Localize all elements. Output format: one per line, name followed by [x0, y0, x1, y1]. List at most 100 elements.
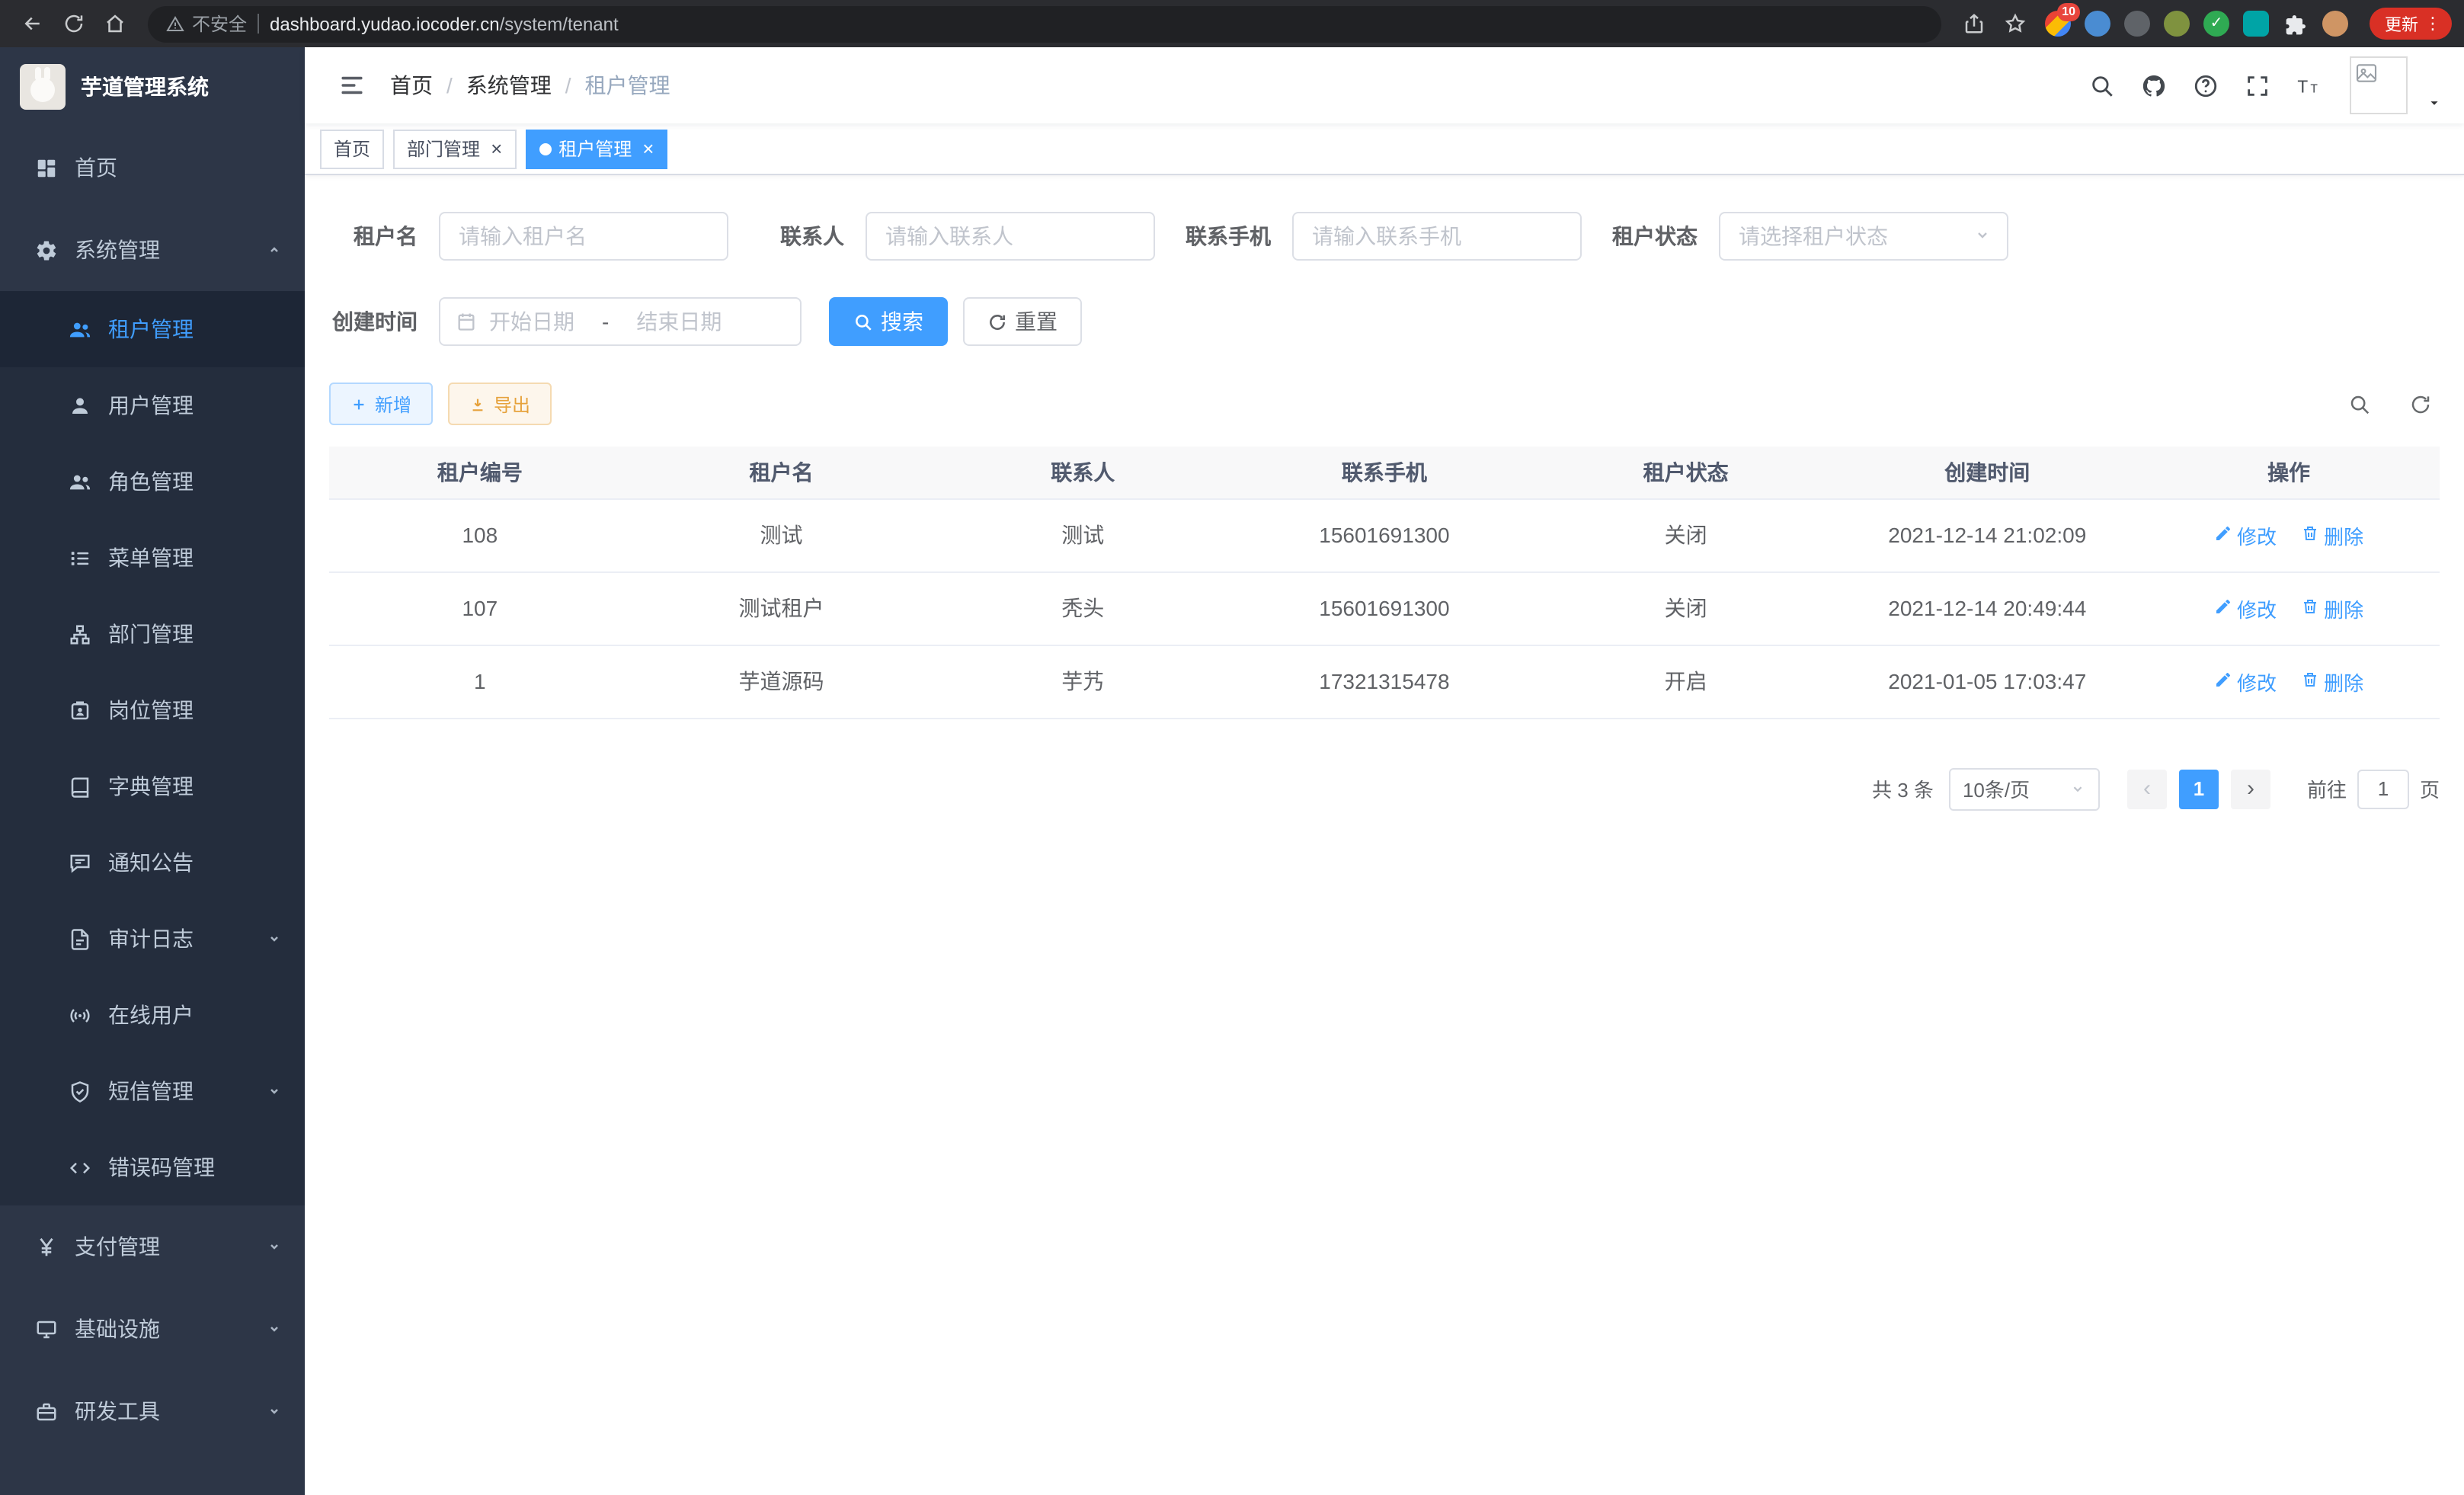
column-header: 租户名	[631, 447, 933, 498]
sidebar-item-tenant[interactable]: 租户管理	[0, 291, 305, 367]
sidebar-item-sms[interactable]: 短信管理	[0, 1053, 305, 1129]
screen: 不安全 dashboard.yudao.iocoder.cn/system/te…	[0, 0, 2464, 1495]
logo[interactable]: 芋道管理系统	[0, 47, 305, 126]
edit-button[interactable]: 修改	[2214, 594, 2277, 623]
status-cell: 关闭	[1535, 571, 1837, 645]
fullscreen-icon[interactable]	[2240, 69, 2274, 102]
tenant-name-cell: 测试	[631, 498, 933, 571]
logo-image	[20, 64, 66, 110]
address-bar[interactable]: 不安全 dashboard.yudao.iocoder.cn/system/te…	[148, 5, 1941, 42]
sidebar-item-role[interactable]: 角色管理	[0, 443, 305, 520]
sidebar-item-menu[interactable]: 菜单管理	[0, 520, 305, 596]
share-icon[interactable]	[1954, 5, 1995, 42]
extension-icon[interactable]	[2243, 11, 2269, 37]
update-button[interactable]: 更新 ⋮	[2370, 8, 2452, 40]
pagination-total: 共 3 条	[1872, 774, 1934, 803]
sidebar-item-user[interactable]: 用户管理	[0, 367, 305, 443]
briefcase-icon	[34, 1399, 58, 1423]
reset-button[interactable]: 重置	[963, 297, 1082, 346]
sidebar-item-dept[interactable]: 部门管理	[0, 596, 305, 672]
security-warning[interactable]: 不安全	[166, 11, 247, 37]
sidebar-item-devtools[interactable]: 研发工具	[0, 1370, 305, 1452]
phone-label: 联系手机	[1182, 221, 1271, 251]
toggle-search-icon[interactable]	[2339, 384, 2379, 424]
extension-icon[interactable]	[2283, 11, 2309, 37]
contact-input[interactable]	[866, 212, 1155, 261]
close-icon[interactable]: ×	[642, 139, 654, 158]
breadcrumb-system[interactable]: 系统管理	[466, 70, 552, 101]
extension-icon[interactable]	[2085, 11, 2110, 37]
create-time-range-picker[interactable]: 开始日期 - 结束日期	[439, 297, 802, 346]
update-label: 更新	[2385, 11, 2418, 36]
edit-button[interactable]: 修改	[2214, 520, 2277, 549]
sidebar-item-audit-log[interactable]: 审计日志	[0, 901, 305, 977]
column-header: 租户编号	[329, 447, 631, 498]
sidebar-item-online-user[interactable]: 在线用户	[0, 977, 305, 1053]
extension-icon[interactable]	[2322, 11, 2348, 37]
pencil-icon	[2214, 523, 2232, 546]
sidebar-item-notice[interactable]: 通知公告	[0, 824, 305, 901]
sidebar-item-home[interactable]: 首页	[0, 126, 305, 209]
extension-icon[interactable]	[2164, 11, 2190, 37]
bookmark-star-icon[interactable]	[1995, 5, 2036, 42]
tags-bar: 首页部门管理×租户管理×	[305, 123, 2464, 175]
chevron-down-icon	[265, 930, 283, 948]
tab-2[interactable]: 租户管理×	[525, 129, 667, 168]
sidebar-item-post[interactable]: 岗位管理	[0, 672, 305, 748]
document-icon	[67, 927, 91, 951]
tenant-name-input[interactable]	[439, 212, 728, 261]
sidebar-item-system[interactable]: 系统管理	[0, 209, 305, 291]
phone-input[interactable]	[1292, 212, 1582, 261]
sidebar-item-dict[interactable]: 字典管理	[0, 748, 305, 824]
search-button[interactable]: 搜索	[829, 297, 948, 346]
breadcrumb-home[interactable]: 首页	[390, 70, 433, 101]
avatar[interactable]	[2350, 56, 2408, 114]
hamburger-icon[interactable]	[326, 59, 378, 111]
font-size-icon[interactable]: TT	[2292, 69, 2325, 102]
prev-page-button[interactable]: ‹	[2127, 769, 2167, 808]
phone-cell: 15601691300	[1234, 571, 1535, 645]
delete-button[interactable]: 删除	[2301, 667, 2363, 696]
tenant-id-cell: 1	[329, 645, 631, 718]
sidebar-item-error-code[interactable]: 错误码管理	[0, 1129, 305, 1205]
reload-icon[interactable]	[53, 5, 94, 42]
goto-page-input[interactable]	[2357, 769, 2409, 808]
page-size-select[interactable]: 10条/页	[1949, 767, 2100, 810]
tab-0[interactable]: 首页	[320, 129, 384, 168]
edit-button[interactable]: 修改	[2214, 667, 2277, 696]
export-button[interactable]: 导出	[448, 383, 552, 425]
next-page-button[interactable]: ›	[2231, 769, 2270, 808]
filter-status: 租户状态 请选择租户状态	[1609, 212, 2008, 261]
chevron-down-icon[interactable]	[2426, 59, 2443, 111]
home-icon[interactable]	[94, 5, 136, 42]
delete-button[interactable]: 删除	[2301, 594, 2363, 623]
table-row: 107测试租户秃头15601691300关闭2021-12-14 20:49:4…	[329, 571, 2440, 645]
close-icon[interactable]: ×	[491, 139, 502, 158]
signal-icon	[67, 1003, 91, 1027]
extension-icon[interactable]	[2124, 11, 2150, 37]
add-button[interactable]: 新增	[329, 383, 433, 425]
extension-icon[interactable]: 10	[2045, 11, 2071, 37]
chevron-down-icon	[2069, 780, 2086, 797]
badge-icon	[67, 698, 91, 722]
pagination: 共 3 条 10条/页 ‹ 1 › 前往 页	[329, 767, 2440, 810]
tenant-status-select[interactable]: 请选择租户状态	[1719, 212, 2008, 261]
tab-1[interactable]: 部门管理 ×	[393, 129, 516, 168]
delete-button[interactable]: 删除	[2301, 520, 2363, 549]
sidebar-item-infra[interactable]: 基础设施	[0, 1288, 305, 1370]
date-separator: -	[602, 309, 609, 334]
breadcrumb-separator: /	[565, 73, 571, 98]
chevron-down-icon	[265, 1320, 283, 1338]
tab-label: 部门管理	[407, 136, 480, 162]
back-icon[interactable]	[12, 5, 53, 42]
operations-cell: 修改删除	[2138, 498, 2440, 571]
sidebar-item-label: 在线用户	[108, 1000, 283, 1030]
current-page-button[interactable]: 1	[2179, 769, 2219, 808]
github-icon[interactable]	[2136, 69, 2170, 102]
refresh-table-icon[interactable]	[2400, 384, 2440, 424]
tab-label: 首页	[334, 136, 370, 162]
sidebar-item-pay[interactable]: 支付管理	[0, 1205, 305, 1288]
help-icon[interactable]	[2188, 69, 2222, 102]
extension-icon[interactable]: ✓	[2203, 11, 2229, 37]
search-icon[interactable]	[2085, 69, 2118, 102]
